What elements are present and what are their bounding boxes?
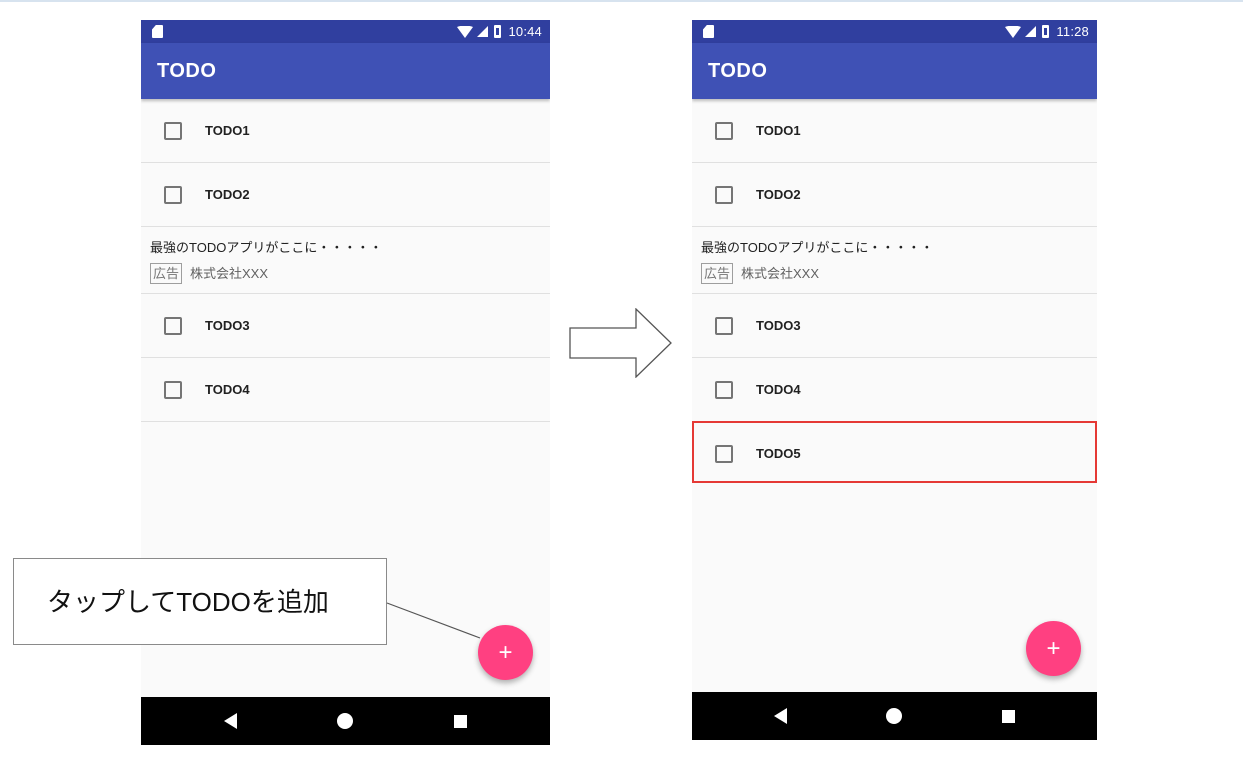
todo-item[interactable]: TODO4 xyxy=(141,358,550,422)
home-icon xyxy=(886,708,902,724)
todo-label: TODO1 xyxy=(756,123,801,138)
home-icon xyxy=(337,713,353,729)
nav-bar xyxy=(141,697,550,745)
ad-headline: 最強のTODOアプリがここに・・・・・ xyxy=(701,240,934,255)
status-icons: 10:44 xyxy=(457,20,542,43)
back-button[interactable] xyxy=(756,692,804,740)
todo-label: TODO4 xyxy=(205,382,250,397)
todo-checkbox[interactable] xyxy=(715,445,733,463)
back-icon xyxy=(773,708,787,724)
ad-company: 株式会社XXX xyxy=(741,266,820,281)
todo-label: TODO5 xyxy=(756,446,801,461)
recents-button[interactable] xyxy=(436,697,484,745)
back-icon xyxy=(223,713,237,729)
nav-bar xyxy=(692,692,1097,740)
todo-checkbox[interactable] xyxy=(715,122,733,140)
ad-banner[interactable]: 最強のTODOアプリがここに・・・・・ 広告 株式会社XXX xyxy=(141,227,550,294)
top-rule xyxy=(0,0,1243,2)
ad-badge: 広告 xyxy=(701,263,734,284)
todo-checkbox[interactable] xyxy=(715,186,733,204)
recents-icon xyxy=(1001,709,1015,723)
status-clock: 11:28 xyxy=(1056,24,1089,39)
right-arrow-icon xyxy=(569,308,672,378)
todo-list: TODO1 TODO2 最強のTODOアプリがここに・・・・・ 広告 株式会社X… xyxy=(141,99,550,422)
ad-badge: 広告 xyxy=(150,263,183,284)
app-bar: TODO xyxy=(141,43,550,99)
todo-label: TODO4 xyxy=(756,382,801,397)
ad-company: 株式会社XXX xyxy=(190,266,269,281)
todo-checkbox[interactable] xyxy=(164,317,182,335)
todo-list: TODO1 TODO2 最強のTODOアプリがここに・・・・・ 広告 株式会社X… xyxy=(692,99,1097,486)
status-icons: 11:28 xyxy=(1005,20,1089,43)
todo-item[interactable]: TODO1 xyxy=(692,99,1097,163)
todo-checkbox[interactable] xyxy=(164,186,182,204)
todo-label: TODO3 xyxy=(205,318,250,333)
callout-box: タップしてTODOを追加 xyxy=(13,558,387,645)
recents-button[interactable] xyxy=(984,692,1032,740)
sd-card-icon xyxy=(703,25,714,38)
home-button[interactable] xyxy=(321,697,369,745)
todo-item[interactable]: TODO3 xyxy=(141,294,550,358)
todo-label: TODO1 xyxy=(205,123,250,138)
back-button[interactable] xyxy=(206,697,254,745)
signal-icon xyxy=(477,26,489,37)
todo-label: TODO2 xyxy=(756,187,801,202)
todo-label: TODO2 xyxy=(205,187,250,202)
status-bar: 10:44 xyxy=(141,20,550,43)
ad-headline: 最強のTODOアプリがここに・・・・・ xyxy=(150,240,383,255)
todo-item[interactable]: TODO1 xyxy=(141,99,550,163)
todo-item[interactable]: TODO4 xyxy=(692,358,1097,422)
app-bar: TODO xyxy=(692,43,1097,99)
app-title: TODO xyxy=(157,60,217,82)
home-button[interactable] xyxy=(870,692,918,740)
phone-after: 11:28 TODO TODO1 TODO2 最強のTODOアプリがここに・・・… xyxy=(692,20,1097,740)
add-todo-fab[interactable]: + xyxy=(478,625,533,680)
todo-item[interactable]: TODO2 xyxy=(141,163,550,227)
battery-icon xyxy=(494,25,502,38)
recents-icon xyxy=(453,714,467,728)
app-title: TODO xyxy=(708,60,768,82)
todo-item-new[interactable]: TODO5 xyxy=(692,422,1097,486)
signal-icon xyxy=(1025,26,1037,37)
sd-card-icon xyxy=(152,25,163,38)
todo-checkbox[interactable] xyxy=(164,122,182,140)
todo-checkbox[interactable] xyxy=(715,381,733,399)
todo-checkbox[interactable] xyxy=(715,317,733,335)
todo-item[interactable]: TODO3 xyxy=(692,294,1097,358)
todo-checkbox[interactable] xyxy=(164,381,182,399)
status-clock: 10:44 xyxy=(508,24,542,39)
add-todo-fab[interactable]: + xyxy=(1026,621,1081,676)
status-bar: 11:28 xyxy=(692,20,1097,43)
wifi-icon xyxy=(457,25,474,38)
wifi-icon xyxy=(1005,25,1022,38)
battery-icon xyxy=(1042,25,1050,38)
todo-label: TODO3 xyxy=(756,318,801,333)
todo-item[interactable]: TODO2 xyxy=(692,163,1097,227)
ad-banner[interactable]: 最強のTODOアプリがここに・・・・・ 広告 株式会社XXX xyxy=(692,227,1097,294)
